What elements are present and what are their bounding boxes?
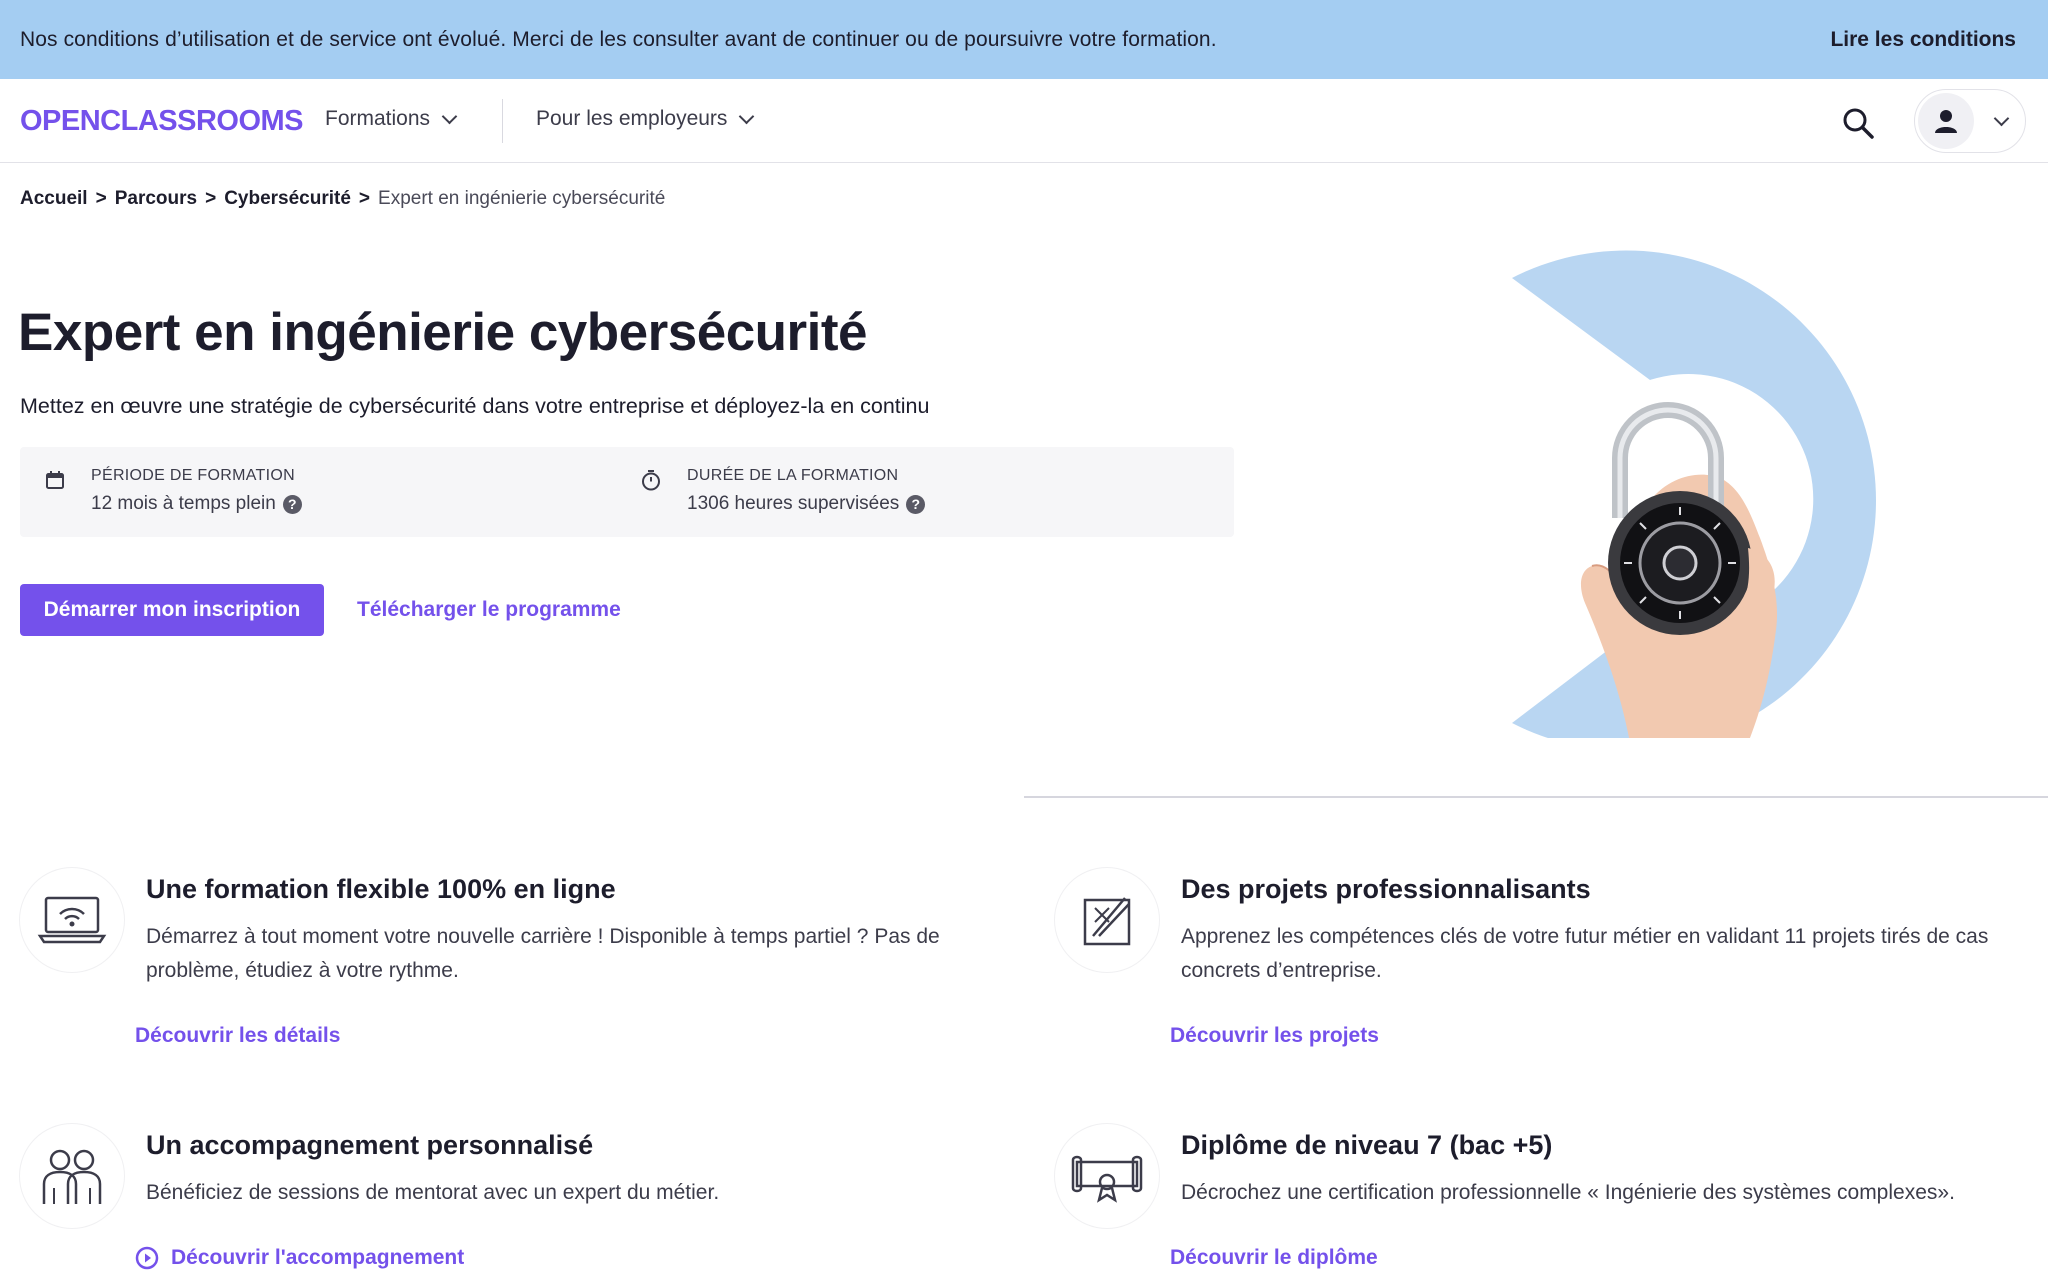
nav-formations-label: Formations [325, 107, 431, 130]
breadcrumb-parcours[interactable]: Parcours [115, 188, 197, 210]
duration-value-text: 1306 heures supervisées [687, 493, 900, 514]
feature-description: Apprenez les compétences clés de votre f… [1181, 925, 1989, 982]
diploma-icon [1055, 1124, 1159, 1228]
breadcrumb-current: Expert en ingénierie cybersécurité [378, 188, 666, 209]
duration-label: Durée de la formation [687, 467, 899, 484]
hero-image-padlock [1480, 218, 1950, 751]
help-icon[interactable]: ? [906, 494, 926, 514]
avatar [1918, 93, 1974, 149]
feature-title: Diplôme de niveau 7 (bac +5) [1181, 1130, 1553, 1160]
breadcrumb-cybersecurite[interactable]: Cybersécurité [224, 188, 351, 210]
feature-professional-projects: Des projets professionnalisants Apprenez… [1055, 868, 2045, 1068]
feature-title: Un accompagnement personnalisé [146, 1130, 594, 1160]
discover-support-label: Découvrir l'accompagnement [171, 1246, 465, 1269]
stopwatch-icon [640, 469, 662, 491]
download-program-link[interactable]: Télécharger le programme [357, 598, 621, 622]
nav-employers-label: Pour les employeurs [536, 107, 728, 130]
read-terms-link[interactable]: Lire les conditions [1830, 28, 2028, 52]
openclassrooms-logo[interactable]: OPENCLASSROOMS [20, 105, 304, 138]
duration-value: 1306 heures supervisées ? [687, 493, 926, 515]
formation-info-box: Période de formation 12 mois à temps ple… [20, 447, 1234, 537]
search-icon[interactable] [1840, 105, 1876, 141]
feature-title: Une formation flexible 100% en ligne [146, 874, 616, 904]
banner-text: Nos conditions d’utilisation et de servi… [20, 27, 1217, 51]
page-title: Expert en ingénierie cybersécurité [18, 303, 868, 362]
site-header: OPENCLASSROOMS Formations Pour les emplo… [0, 79, 2048, 163]
period-info: Période de formation 12 mois à temps ple… [44, 467, 302, 515]
breadcrumb-separator: > [205, 188, 217, 209]
discover-support-link[interactable]: Découvrir l'accompagnement [135, 1246, 464, 1270]
calendar-icon [44, 469, 66, 491]
chevron-down-icon [441, 108, 458, 124]
duration-info: Durée de la formation 1306 heures superv… [640, 467, 926, 515]
start-registration-button[interactable]: Démarrer mon inscription [20, 584, 324, 636]
chevron-down-icon [1993, 110, 2010, 126]
nav-employers-dropdown[interactable]: Pour les employeurs [536, 107, 755, 131]
feature-flexible-online: Une formation flexible 100% en ligne Dém… [20, 868, 1010, 1068]
feature-description: Bénéficiez de sessions de mentorat avec … [146, 1181, 720, 1204]
breadcrumb-home[interactable]: Accueil [20, 188, 88, 210]
page-subtitle: Mettez en œuvre une stratégie de cybersé… [20, 394, 930, 418]
nav-formations-dropdown[interactable]: Formations [325, 107, 458, 131]
discover-projects-link[interactable]: Découvrir les projets [1170, 1024, 1379, 1048]
period-value: 12 mois à temps plein ? [91, 493, 302, 515]
breadcrumb: Accueil > Parcours > Cybersécurité > Exp… [20, 188, 665, 210]
period-label: Période de formation [91, 467, 295, 484]
breadcrumb-separator: > [358, 188, 371, 209]
feature-title: Des projets professionnalisants [1181, 874, 1591, 904]
discover-diploma-link[interactable]: Découvrir le diplôme [1170, 1246, 1378, 1270]
help-icon[interactable]: ? [282, 494, 302, 514]
section-divider [1024, 796, 2048, 798]
mentors-icon [20, 1124, 124, 1228]
account-menu-button[interactable] [1914, 89, 2026, 153]
blueprint-icon [1055, 868, 1159, 972]
feature-personalized-support: Un accompagnement personnalisé Bénéficie… [20, 1124, 1010, 1280]
feature-description: Décrochez une certification professionne… [1181, 1181, 1955, 1204]
nav-divider [502, 99, 503, 143]
period-value-text: 12 mois à temps plein [91, 493, 276, 514]
feature-description: Démarrez à tout moment votre nouvelle ca… [146, 925, 940, 982]
play-circle-icon [135, 1246, 159, 1270]
chevron-down-icon [739, 108, 755, 124]
laptop-wifi-icon [20, 868, 124, 972]
user-icon [1935, 110, 1957, 133]
terms-banner: Nos conditions d’utilisation et de servi… [0, 0, 2048, 79]
discover-details-link[interactable]: Découvrir les détails [135, 1024, 340, 1048]
breadcrumb-separator: > [95, 188, 107, 209]
feature-diploma: Diplôme de niveau 7 (bac +5) Décrochez u… [1055, 1124, 2045, 1280]
